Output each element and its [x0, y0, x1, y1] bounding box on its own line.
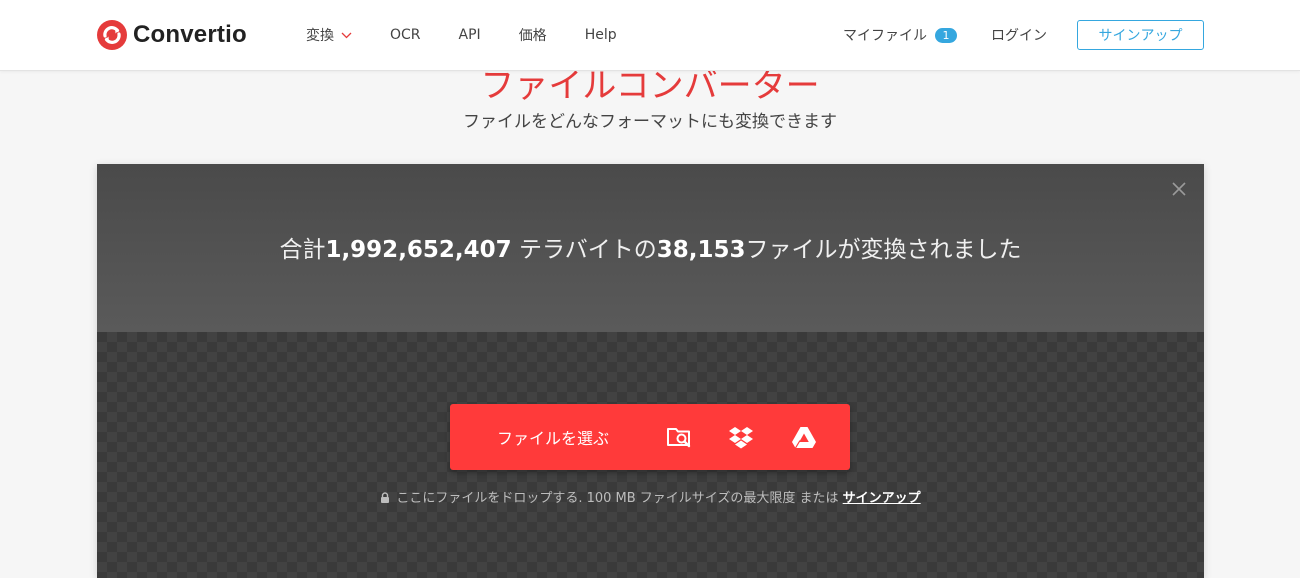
converter-panel: 合計1,992,652,407 テラバイトの38,153ファイルが変換されました… [97, 164, 1204, 578]
lock-icon [381, 492, 390, 503]
nav-item-help[interactable]: Help [585, 27, 617, 43]
choose-files-label[interactable]: ファイルを選ぶ [497, 425, 609, 449]
stats-files: 38,153 [656, 237, 746, 263]
nav-item-convert[interactable]: 変換 [306, 25, 352, 45]
nav-item-ocr[interactable]: OCR [390, 27, 421, 43]
nav-item-api[interactable]: API [459, 27, 481, 43]
drop-zone[interactable]: ファイルを選ぶ ここにファイルをドロップする. 100 MB ファイルサイズの最… [97, 332, 1204, 578]
nav-item-label: 変換 [306, 28, 334, 44]
my-files-count-badge: 1 [935, 27, 957, 43]
stats-banner: 合計1,992,652,407 テラバイトの38,153ファイルが変換されました [97, 164, 1204, 332]
nav-item-label: Help [584, 27, 617, 43]
page-subtitle: ファイルをどんなフォーマットにも変換できます [463, 112, 837, 132]
signup-button[interactable]: サインアップ [1077, 20, 1204, 50]
drop-note: ここにファイルをドロップする. 100 MB ファイルサイズの最大限度 または … [97, 487, 1204, 506]
drop-note-text: ここにファイルをドロップする. 100 MB ファイルサイズの最大限度 または [396, 491, 843, 506]
choose-files-button[interactable]: ファイルを選ぶ [450, 404, 850, 470]
folder-search-icon[interactable] [666, 424, 692, 450]
login-link[interactable]: ログイン [991, 25, 1047, 45]
nav-item-label: API [458, 27, 481, 43]
logo-text: Convertio [133, 21, 247, 48]
nav-item-label: OCR [390, 27, 421, 43]
google-drive-icon[interactable] [791, 424, 817, 450]
stats-text: 合計1,992,652,407 テラバイトの38,153ファイルが変換されました [97, 230, 1204, 264]
stats-terabytes: 1,992,652,407 [325, 237, 512, 263]
my-files-link[interactable]: マイファイル 1 [843, 25, 957, 45]
logo[interactable]: Convertio [96, 19, 247, 51]
nav-item-label: 価格 [518, 28, 547, 44]
main-nav: 変換 OCR API 価格 Help [306, 0, 655, 70]
stats-prefix: 合計 [279, 237, 326, 263]
stats-suffix: ファイルが変換されました [745, 237, 1022, 263]
convertio-logo-icon [97, 20, 127, 50]
nav-item-pricing[interactable]: 価格 [519, 25, 547, 45]
close-icon[interactable] [1172, 182, 1186, 196]
drop-note-signup-link[interactable]: サインアップ [843, 491, 921, 506]
chevron-down-icon [341, 32, 352, 38]
top-header: Convertio 変換 OCR API 価格 Help マイファイル 1 ログ… [0, 0, 1300, 71]
dropbox-icon[interactable] [728, 424, 754, 450]
stats-middle: テラバイトの [511, 237, 657, 263]
my-files-label: マイファイル [843, 28, 927, 44]
user-nav: マイファイル 1 ログイン サインアップ [843, 0, 1204, 70]
